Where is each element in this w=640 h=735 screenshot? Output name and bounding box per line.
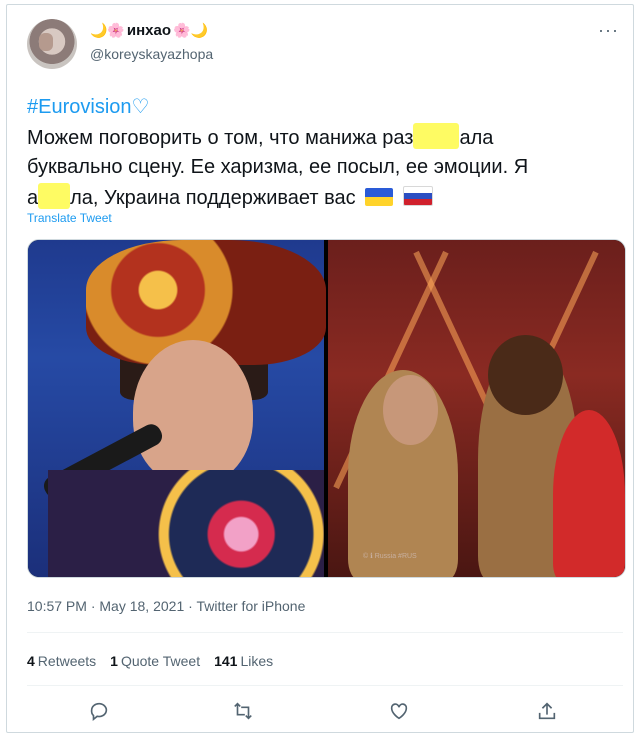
hashtag-link[interactable]: #Eurovision xyxy=(27,96,132,118)
dancer-right xyxy=(553,410,625,577)
patterned-dress xyxy=(48,470,324,577)
redaction-mark xyxy=(413,122,460,149)
action-bar xyxy=(0,700,640,728)
dancer-center-hair xyxy=(488,335,563,415)
retweets-label: Retweets xyxy=(37,653,97,669)
quotes-count: 1 xyxy=(110,653,118,669)
tweet-line-1b: ала xyxy=(459,126,494,149)
redaction-mark xyxy=(38,182,71,209)
display-name[interactable]: инхао xyxy=(127,22,171,39)
meta-separator: · xyxy=(86,598,100,614)
tweet-text: #Eurovision♡ Можем поговорить о том, что… xyxy=(27,93,627,213)
more-horizontal-icon[interactable]: ··· xyxy=(598,20,619,41)
tweet-time[interactable]: 10:57 PM xyxy=(27,598,87,614)
quotes-stat[interactable]: 1 Quote Tweet xyxy=(110,653,200,669)
share-icon[interactable] xyxy=(536,700,560,724)
user-handle[interactable]: @koreyskayazhopa xyxy=(90,46,213,62)
quotes-label: Quote Tweet xyxy=(120,653,201,669)
likes-label: Likes xyxy=(240,653,274,669)
performer-face xyxy=(133,340,253,485)
tweet-line-3b: ла, Украина поддерживает вас xyxy=(70,186,356,209)
tweet-line-3a: а xyxy=(27,186,39,209)
tweet-meta: 10:57 PM · May 18, 2021 · Twitter for iP… xyxy=(27,598,305,614)
dancer-left-face xyxy=(383,375,438,445)
tweet-source[interactable]: Twitter for iPhone xyxy=(196,598,305,614)
likes-count: 141 xyxy=(214,653,238,669)
reply-icon[interactable] xyxy=(88,700,112,724)
tweet-line-1a: Можем поговорить о том, что манижа раз xyxy=(27,126,414,149)
media-grid[interactable]: © ℹ Russia #RUS xyxy=(27,239,626,578)
translate-tweet-link[interactable]: Translate Tweet xyxy=(27,211,112,225)
meta-separator: · xyxy=(184,598,197,614)
divider xyxy=(27,632,623,633)
likes-stat[interactable]: 141 Likes xyxy=(214,653,273,669)
tweet-date[interactable]: May 18, 2021 xyxy=(99,598,184,614)
avatar-hand-detail xyxy=(39,33,53,51)
name-emoji-right: 🌸🌙 xyxy=(173,22,208,38)
retweet-icon[interactable] xyxy=(232,700,256,724)
divider xyxy=(27,685,623,686)
name-emoji-left: 🌙🌸 xyxy=(90,22,125,38)
tweet-line-2: буквально сцену. Ее харизма, ее посыл, е… xyxy=(27,156,529,178)
media-image-left[interactable] xyxy=(28,240,326,577)
retweets-count: 4 xyxy=(27,653,35,669)
image-watermark: © ℹ Russia #RUS xyxy=(363,553,417,560)
ukraine-flag-icon xyxy=(365,187,394,206)
retweets-stat[interactable]: 4 Retweets xyxy=(27,653,96,669)
media-image-right[interactable]: © ℹ Russia #RUS xyxy=(328,240,625,577)
display-name-row[interactable]: 🌙🌸 инхао 🌸🌙 xyxy=(90,22,208,39)
heart-emoji: ♡ xyxy=(131,96,150,118)
russia-flag-icon xyxy=(402,185,433,206)
engagement-stats: 4 Retweets 1 Quote Tweet 141 Likes xyxy=(27,653,273,669)
like-heart-icon[interactable] xyxy=(388,700,412,724)
avatar[interactable] xyxy=(27,19,77,69)
